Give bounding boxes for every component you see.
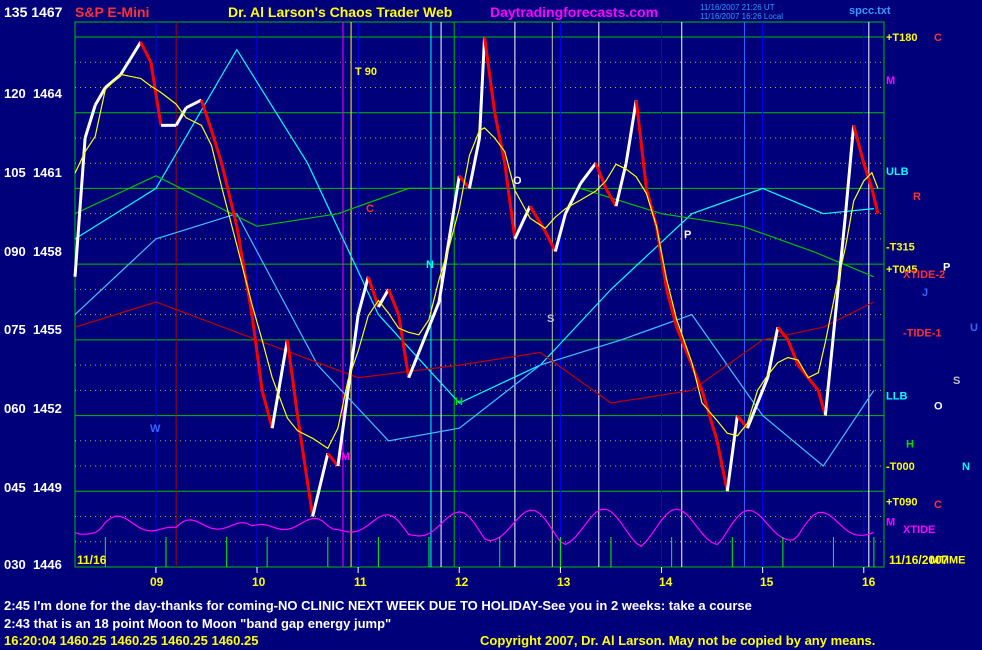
annotation-p: P bbox=[684, 229, 692, 241]
price-label-075: 075 1455 bbox=[4, 322, 62, 337]
annotation-s: S bbox=[547, 313, 555, 325]
message-line-1: 2:45 I'm done for the day-thanks for com… bbox=[4, 598, 752, 613]
right-label-20: M bbox=[886, 517, 895, 529]
hour-label-13: 13 bbox=[557, 575, 571, 589]
price-label-045: 045 1449 bbox=[4, 480, 62, 495]
right-label-4: R bbox=[913, 191, 921, 203]
hour-label-15: 15 bbox=[760, 575, 774, 589]
price-label-120: 120 1464 bbox=[4, 86, 62, 101]
right-label-15: H bbox=[906, 438, 914, 450]
annotation-m: M bbox=[341, 451, 351, 463]
message-line-2: 2:43 that is an 18 point Moon to Moon "b… bbox=[4, 616, 392, 631]
timestamp: 11/16/2007 21:26 UT 11/16/2007 16:26 Loc… bbox=[700, 3, 783, 21]
chart-window: { "header": { "instrument": "S&P E-Mini"… bbox=[0, 0, 982, 650]
price-label-030: 030 1446 bbox=[4, 557, 62, 572]
right-label-5: -T315 bbox=[886, 241, 915, 253]
right-label-9: J bbox=[922, 287, 928, 299]
price-label-060: 060 1452 bbox=[4, 401, 62, 416]
right-label-17: N bbox=[962, 461, 970, 473]
right-label-13: LLB bbox=[886, 390, 907, 402]
annotation-t90: T 90 bbox=[355, 66, 378, 78]
price-label-135: 135 1467 bbox=[4, 4, 63, 20]
hour-label-16: 16 bbox=[862, 575, 876, 589]
file-name: spcc.txt bbox=[849, 5, 891, 17]
right-label-8: P bbox=[943, 262, 950, 274]
right-label-19: C bbox=[934, 499, 942, 511]
right-label-16: -T000 bbox=[886, 461, 915, 473]
start-date-label: 11/16 bbox=[77, 553, 107, 567]
time-local: 11/16/2007 16:26 Local bbox=[700, 12, 784, 21]
instrument-title: S&P E-Mini bbox=[75, 4, 150, 20]
site-name[interactable]: Daytradingforecasts.com bbox=[490, 4, 658, 20]
right-label-1: C bbox=[934, 32, 942, 44]
time-utc: 11/16/2007 21:26 UT bbox=[700, 3, 775, 12]
hour-label-14: 14 bbox=[659, 575, 673, 589]
right-label-0: +T180 bbox=[886, 32, 918, 44]
chart-title: Dr. Al Larson's Chaos Trader Web bbox=[228, 4, 453, 20]
right-label-21: XTIDE bbox=[903, 524, 935, 536]
right-label-7: XTIDE-2 bbox=[903, 269, 945, 281]
hour-label-12: 12 bbox=[455, 575, 469, 589]
annotation-h: H bbox=[455, 396, 463, 408]
right-label-18: +T090 bbox=[886, 496, 918, 508]
right-label-2: M bbox=[886, 75, 895, 87]
annotation-n: N bbox=[426, 259, 434, 271]
quote-line: 16:20:04 1460.25 1460.25 1460.25 1460.25 bbox=[4, 633, 259, 648]
right-label-11: -TIDE-1 bbox=[903, 327, 942, 339]
right-label-14: O bbox=[934, 400, 943, 412]
right-label-3: ULB bbox=[886, 166, 909, 178]
annotation-w: W bbox=[150, 423, 161, 435]
copyright-notice: Copyright 2007, Dr. Al Larson. May not b… bbox=[480, 633, 876, 648]
price-label-090: 090 1458 bbox=[4, 244, 62, 259]
hour-label-10: 10 bbox=[252, 575, 266, 589]
price-label-105: 105 1461 bbox=[4, 165, 62, 180]
right-label-12: S bbox=[953, 375, 960, 387]
right-label-10: U bbox=[970, 322, 978, 334]
end-date-label: 11/16/2007 bbox=[889, 553, 949, 567]
chart-canvas: +T180 CMULBR-T315+T045XTIDE-2PJU-TIDE-1SL… bbox=[73, 21, 978, 573]
annotation-o: O bbox=[513, 175, 522, 187]
hour-label-11: 11 bbox=[354, 575, 367, 589]
annotation-c: C bbox=[366, 203, 374, 215]
hour-label-09: 09 bbox=[150, 575, 164, 589]
